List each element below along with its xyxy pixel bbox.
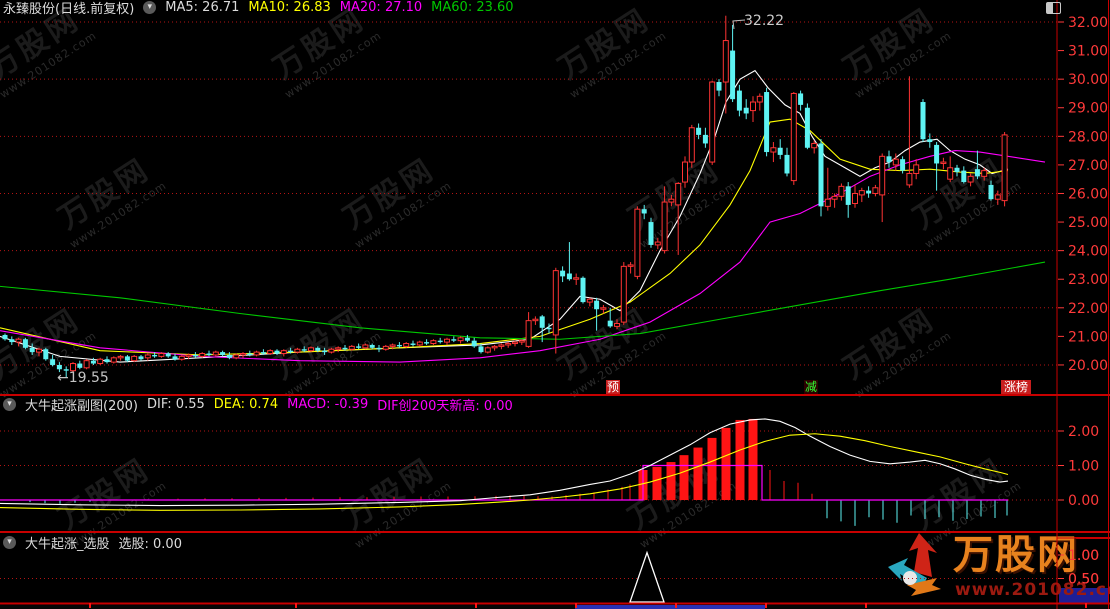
- select-signal-triangle: [630, 553, 664, 602]
- macd-panel-title: 大牛起涨副图(200): [25, 395, 138, 414]
- svg-text:1.00: 1.00: [1068, 548, 1099, 564]
- chevron-down-icon[interactable]: ▾: [143, 1, 156, 14]
- layout-toggle-icon[interactable]: [1046, 2, 1061, 14]
- chevron-down-icon[interactable]: ▾: [3, 398, 16, 411]
- svg-text:31.00: 31.00: [1068, 44, 1108, 60]
- chevron-down-icon[interactable]: ▾: [3, 536, 16, 549]
- ma-line-ma10: [0, 119, 1008, 355]
- svg-text:23.00: 23.00: [1068, 272, 1108, 288]
- select-value-label: 选股: 0.00: [119, 533, 182, 552]
- svg-text:22.00: 22.00: [1068, 301, 1108, 317]
- ma-line-ma5: [0, 71, 1008, 363]
- ma20-label: MA20: 27.10: [340, 0, 422, 15]
- low-price-annotation: ←19.55: [57, 370, 109, 386]
- ma-line-ma20: [0, 151, 1045, 362]
- dif-newhigh-label: DIF创200天新高: 0.00: [377, 395, 513, 414]
- high-price-annotation: 32.22: [744, 13, 784, 29]
- chart-canvas[interactable]: 32.00 31.00 30.00 29.00 28.00 27.00 26.00 25.00…: [0, 0, 1110, 609]
- select-panel-header: ▾ 大牛起涨_选股 选股: 0.00: [3, 535, 182, 550]
- ma10-label: MA10: 26.83: [248, 0, 330, 15]
- svg-text:25.00: 25.00: [1068, 215, 1108, 231]
- stock-app-screen: 万股网www.201082.com万股网www.201082.com万股网www…: [0, 0, 1110, 609]
- svg-text:0.00: 0.00: [1068, 493, 1099, 509]
- dea-line: [0, 434, 1008, 511]
- svg-text:21.00: 21.00: [1068, 329, 1108, 345]
- ma5-label: MA5: 26.71: [165, 0, 239, 15]
- signal-step-line: [0, 466, 1008, 501]
- svg-text:27.00: 27.00: [1068, 158, 1108, 174]
- svg-text:26.00: 26.00: [1068, 186, 1108, 202]
- dif-value-label: DIF: 0.55: [147, 397, 205, 412]
- dea-value-label: DEA: 0.74: [214, 397, 278, 412]
- svg-text:24.00: 24.00: [1068, 244, 1108, 260]
- svg-text:1.00: 1.00: [1068, 459, 1099, 475]
- svg-text:32.00: 32.00: [1068, 15, 1108, 31]
- ma60-label: MA60: 23.60: [431, 0, 513, 15]
- ma-line-ma60: [0, 262, 1045, 339]
- svg-text:29.00: 29.00: [1068, 101, 1108, 117]
- forecast-badge[interactable]: 预: [606, 380, 620, 394]
- svg-text:28.00: 28.00: [1068, 129, 1108, 145]
- title-bar: 永臻股份(日线.前复权) ▾ MA5: 26.71 MA10: 26.83 MA…: [3, 0, 514, 14]
- svg-text:30.00: 30.00: [1068, 72, 1108, 88]
- svg-text:20.00: 20.00: [1068, 358, 1108, 374]
- axis-corner-overlay: 1.00 0.50: [880, 528, 1110, 609]
- svg-text:0.50: 0.50: [1068, 572, 1099, 588]
- macd-value-label: MACD: -0.39: [287, 397, 368, 412]
- macd-panel-header: ▾ 大牛起涨副图(200) DIF: 0.55 DEA: 0.74 MACD: …: [3, 397, 513, 412]
- dif-line: [0, 419, 1008, 506]
- svg-text:2.00: 2.00: [1068, 424, 1099, 440]
- gainers-badge[interactable]: 涨榜: [1001, 380, 1031, 394]
- reduce-badge[interactable]: 减: [804, 380, 818, 394]
- stock-title: 永臻股份(日线.前复权): [3, 0, 134, 17]
- select-panel-title: 大牛起涨_选股: [25, 533, 110, 552]
